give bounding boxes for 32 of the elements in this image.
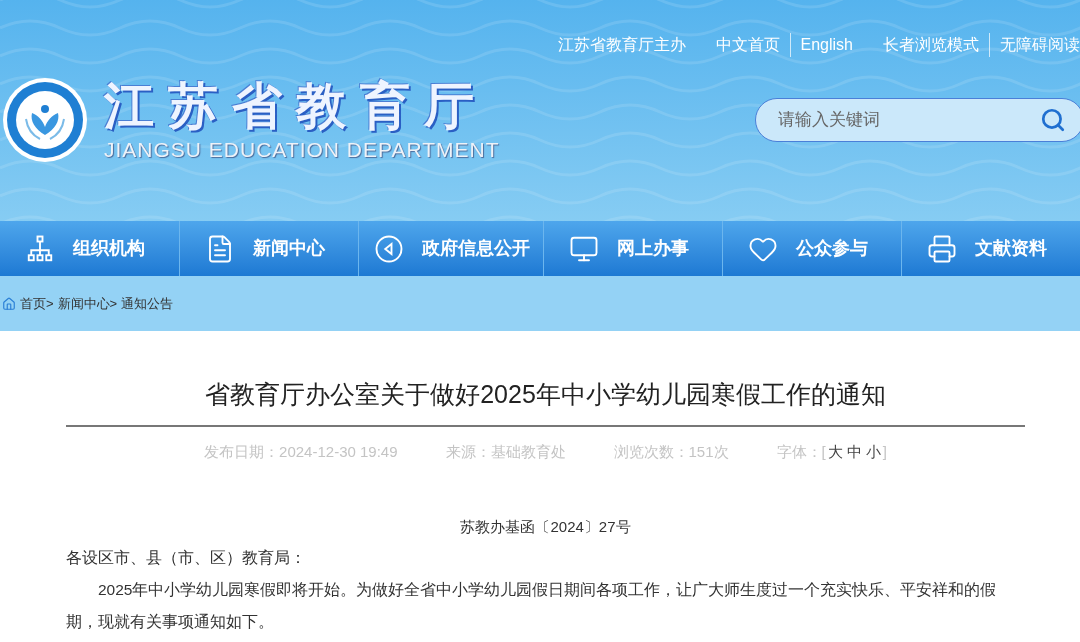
breadcrumb-link[interactable]: 首页 <box>20 293 46 314</box>
font-size-option[interactable]: 中 <box>844 441 864 464</box>
home-icon <box>2 296 16 311</box>
top-link[interactable]: 中文首页 <box>715 33 780 57</box>
breadcrumb-link[interactable]: 通知公告 <box>121 293 174 314</box>
top-link[interactable]: 长者浏览模式 <box>883 33 979 57</box>
circle-play-icon <box>373 233 404 264</box>
meta-text: 发布日期：2024-12-30 19:49 <box>204 442 398 462</box>
top-link[interactable]: 无障碍阅读 <box>989 33 1080 57</box>
breadcrumb-separator: > <box>46 294 54 313</box>
font-size-option[interactable]: 小 <box>863 441 883 464</box>
meta-text: 浏览次数：151次 <box>613 442 729 462</box>
search-field[interactable]: 请输入关键词 <box>755 98 1080 142</box>
top-link[interactable]: English <box>789 33 853 57</box>
bracket: [ <box>821 442 826 462</box>
host-text: 江苏省教育厅主办 <box>557 35 686 55</box>
font-size-option[interactable]: 大 <box>825 441 845 464</box>
article-title: 省教育厅办公室关于做好2025年中小学幼儿园寒假工作的通知 <box>66 376 1025 427</box>
site-name: 江苏省教育厅 <box>104 78 489 134</box>
site-name-english: JIANGSU EDUCATION DEPARTMENT <box>104 138 500 162</box>
paragraph: 2025年中小学幼儿园寒假即将开始。为做好全省中小学幼儿园假日期间各项工作，让广大师生度过一个充实快乐、平安祥和的假期，现就有关事项通知如下。 <box>66 580 998 632</box>
font-size-label: 字体： <box>776 442 822 462</box>
meta-text: 来源：基础教育处 <box>445 442 566 462</box>
breadcrumb-separator: > <box>109 294 118 313</box>
nav-item[interactable]: 组织机构 <box>0 221 179 276</box>
printer-icon <box>927 233 958 264</box>
breadcrumb-link[interactable]: 新闻中心 <box>57 293 110 314</box>
search-icon[interactable] <box>1040 107 1066 133</box>
bracket: ] <box>882 442 887 462</box>
document-number: 苏教办基函〔2024〕27号 <box>459 516 632 537</box>
org-chart-icon <box>25 233 55 264</box>
paragraph: 各设区市、县（市、区）教育局： <box>66 548 307 568</box>
